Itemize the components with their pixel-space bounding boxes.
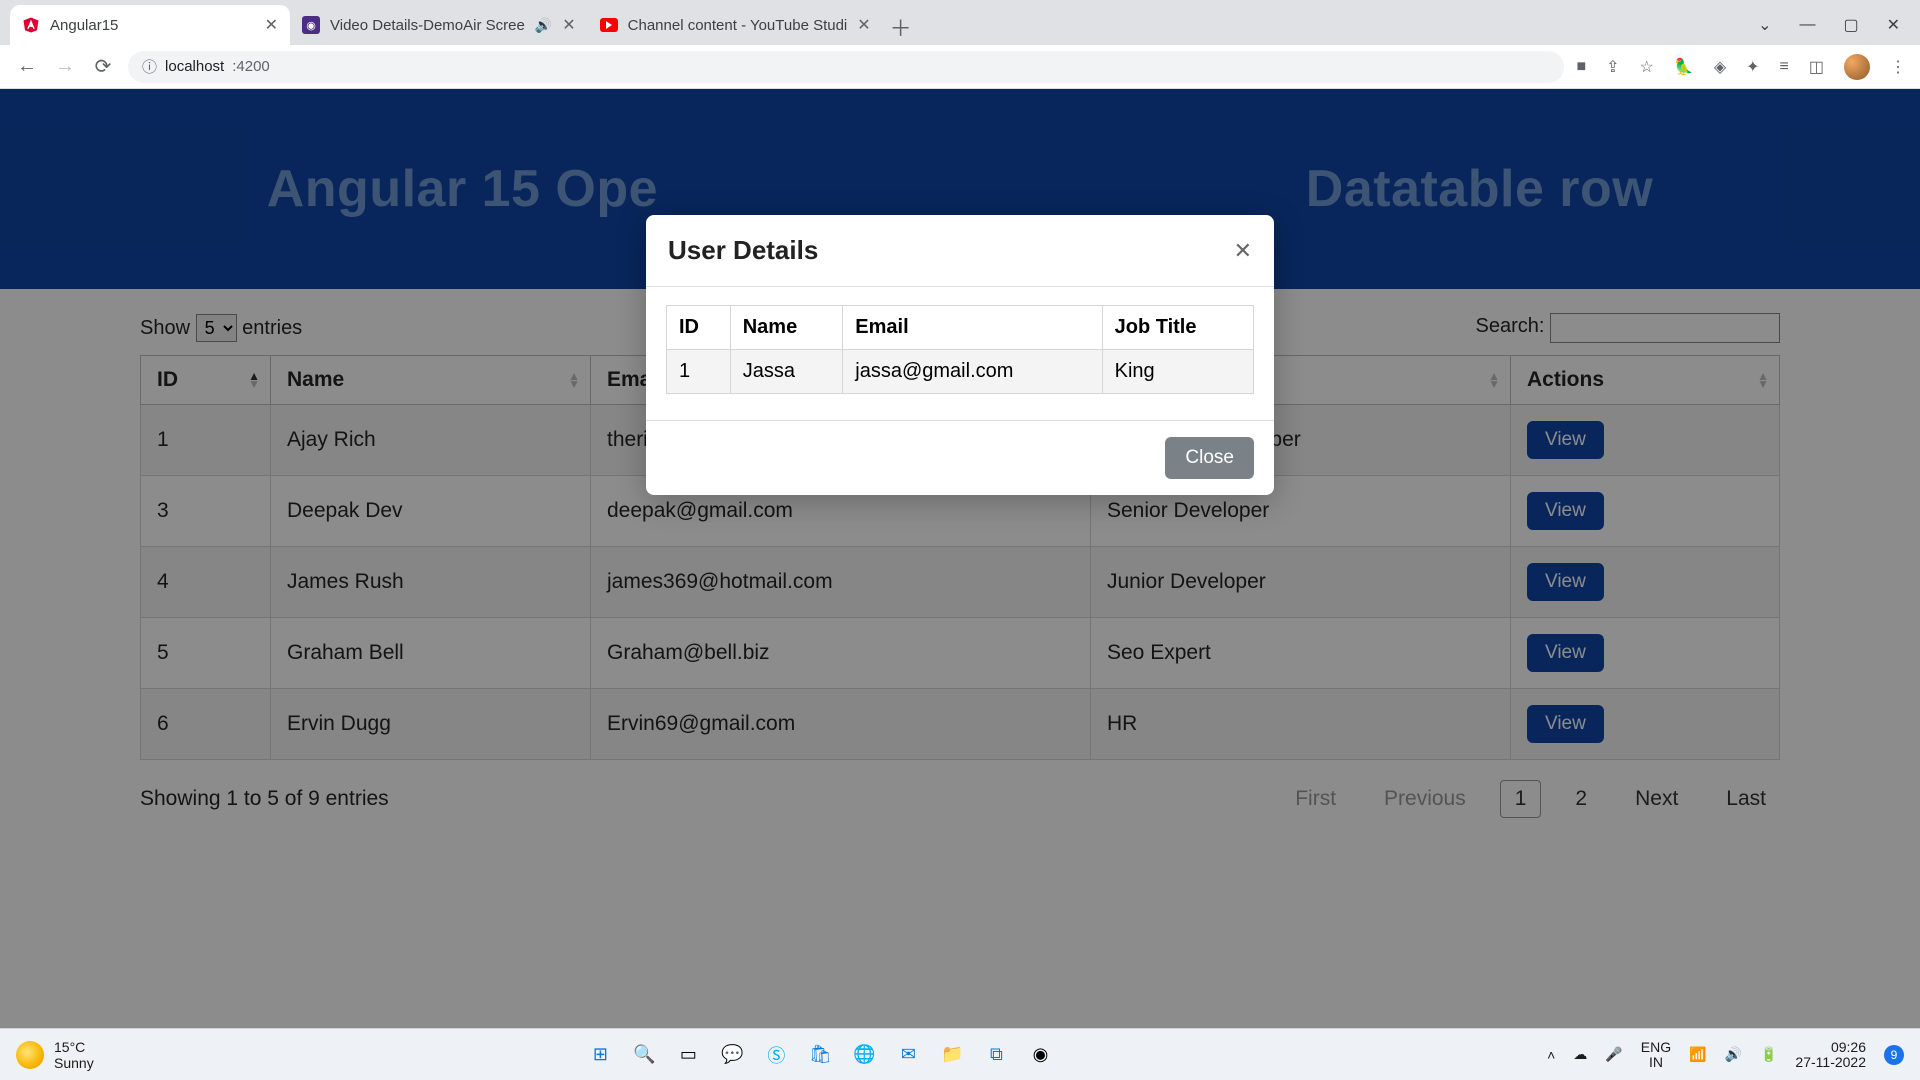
task-view-icon[interactable]: ▭ <box>671 1038 705 1072</box>
battery-icon[interactable]: 🔋 <box>1760 1046 1777 1063</box>
explorer-icon[interactable]: 📁 <box>935 1038 969 1072</box>
url-path: :4200 <box>232 58 270 75</box>
sun-icon <box>16 1041 44 1069</box>
close-icon[interactable]: ✕ <box>265 15 278 35</box>
user-details-modal: User Details ✕ ID Name Email Job Title 1… <box>646 215 1274 495</box>
tab-title: Channel content - YouTube Studi <box>628 17 848 34</box>
detail-col-email: Email <box>843 306 1102 350</box>
camera-icon[interactable]: ■ <box>1576 58 1586 76</box>
url-host: localhost <box>165 58 224 75</box>
bookmark-icon[interactable]: ☆ <box>1640 57 1654 77</box>
translate-icon[interactable]: 🦜 <box>1674 57 1694 77</box>
modal-body: ID Name Email Job Title 1 Jassa jassa@gm… <box>646 287 1274 420</box>
language-indicator[interactable]: ENG IN <box>1641 1040 1671 1070</box>
modal-title: User Details <box>668 235 818 266</box>
clock[interactable]: 09:26 27-11-2022 <box>1795 1040 1866 1070</box>
taskbar-weather[interactable]: 15°C Sunny <box>16 1039 94 1071</box>
kebab-menu-icon[interactable]: ⋮ <box>1890 57 1906 77</box>
browser-chrome: Angular15 ✕ ◉ Video Details-DemoAir Scre… <box>0 0 1920 89</box>
taskbar-tray: ˄ ☁ 🎤 ENG IN 📶 🔊 🔋 09:26 27-11-2022 9 <box>1547 1040 1904 1070</box>
search-icon[interactable]: 🔍 <box>627 1038 661 1072</box>
onedrive-icon[interactable]: ☁ <box>1573 1046 1587 1063</box>
close-icon[interactable]: ✕ <box>562 15 575 35</box>
address-bar: ← → ⟳ ⓘ localhost :4200 ■ ⇪ ☆ 🦜 ◈ ✦ ≡ ◫ ⋮ <box>0 45 1920 89</box>
skype-icon[interactable]: Ⓢ <box>759 1038 793 1072</box>
modal-footer: Close <box>646 420 1274 495</box>
close-icon[interactable]: ✕ <box>857 15 870 35</box>
mic-icon[interactable]: 🎤 <box>1605 1046 1622 1063</box>
close-window-icon[interactable]: ✕ <box>1887 15 1900 35</box>
new-tab-button[interactable]: ＋ <box>883 9 919 45</box>
audio-icon[interactable]: 🔊 <box>535 17 552 34</box>
detail-col-name: Name <box>730 306 843 350</box>
angular-icon <box>22 16 40 34</box>
start-icon[interactable]: ⊞ <box>583 1038 617 1072</box>
wifi-icon[interactable]: 📶 <box>1689 1046 1706 1063</box>
windows-taskbar: 15°C Sunny ⊞ 🔍 ▭ 💬 Ⓢ 🛍 🌐 ✉ 📁 ⧉ ◉ ˄ ☁ 🎤 E… <box>0 1028 1920 1080</box>
tab-title: Video Details-DemoAir Scree <box>330 17 525 34</box>
taskbar-apps: ⊞ 🔍 ▭ 💬 Ⓢ 🛍 🌐 ✉ 📁 ⧉ ◉ <box>583 1038 1057 1072</box>
modal-header: User Details ✕ <box>646 215 1274 287</box>
reading-list-icon[interactable]: ≡ <box>1780 58 1789 76</box>
detail-col-job: Job Title <box>1102 306 1253 350</box>
close-button[interactable]: Close <box>1165 437 1254 479</box>
tab-title: Angular15 <box>50 17 255 34</box>
minimize-icon[interactable]: — <box>1799 16 1815 34</box>
detail-row: 1 Jassa jassa@gmail.com King <box>667 350 1254 394</box>
reload-icon[interactable]: ⟳ <box>90 54 116 79</box>
close-icon[interactable]: ✕ <box>1234 238 1252 264</box>
extensions-icon[interactable]: ✦ <box>1746 57 1759 77</box>
demoair-icon: ◉ <box>302 16 320 34</box>
mail-icon[interactable]: ✉ <box>891 1038 925 1072</box>
chevron-down-icon[interactable]: ⌄ <box>1758 15 1771 35</box>
browser-tab[interactable]: Channel content - YouTube Studi ✕ <box>588 5 883 45</box>
chevron-up-icon[interactable]: ˄ <box>1547 1047 1555 1063</box>
volume-icon[interactable]: 🔊 <box>1725 1046 1742 1063</box>
shield-icon[interactable]: ◈ <box>1714 57 1726 77</box>
toolbar-right: ■ ⇪ ☆ 🦜 ◈ ✦ ≡ ◫ ⋮ <box>1576 54 1906 80</box>
share-icon[interactable]: ⇪ <box>1606 57 1619 77</box>
side-panel-icon[interactable]: ◫ <box>1809 57 1824 77</box>
browser-tab[interactable]: ◉ Video Details-DemoAir Scree 🔊 ✕ <box>290 5 588 45</box>
edge-icon[interactable]: 🌐 <box>847 1038 881 1072</box>
vscode-icon[interactable]: ⧉ <box>979 1038 1013 1072</box>
browser-tab-active[interactable]: Angular15 ✕ <box>10 5 290 45</box>
chrome-icon[interactable]: ◉ <box>1023 1038 1057 1072</box>
url-input[interactable]: ⓘ localhost :4200 <box>128 51 1564 83</box>
store-icon[interactable]: 🛍 <box>803 1038 837 1072</box>
youtube-icon <box>600 16 618 34</box>
back-icon[interactable]: ← <box>14 55 40 78</box>
site-info-icon[interactable]: ⓘ <box>142 56 157 77</box>
forward-icon: → <box>52 55 78 78</box>
maximize-icon[interactable]: ▢ <box>1843 15 1858 35</box>
page-viewport: Angular 15 Ope xxxxxxxxxxxxxxxxxxxxx Dat… <box>0 89 1920 1028</box>
detail-col-id: ID <box>667 306 731 350</box>
window-controls: ⌄ — ▢ ✕ <box>1758 5 1920 45</box>
detail-table: ID Name Email Job Title 1 Jassa jassa@gm… <box>666 305 1254 394</box>
profile-avatar[interactable] <box>1844 54 1870 80</box>
chat-icon[interactable]: 💬 <box>715 1038 749 1072</box>
notification-badge[interactable]: 9 <box>1884 1045 1904 1065</box>
tab-bar: Angular15 ✕ ◉ Video Details-DemoAir Scre… <box>0 0 1920 45</box>
